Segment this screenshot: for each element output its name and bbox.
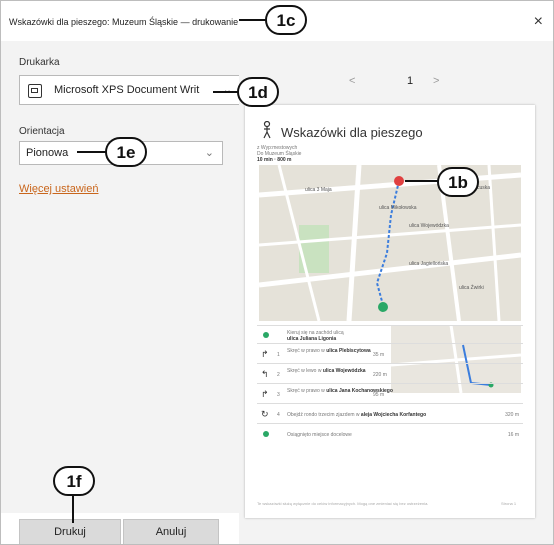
preview-page: Wskazówki dla pieszego z Wyp:mestowych D… <box>245 105 535 518</box>
start-dot-icon <box>263 332 269 338</box>
callout-1f: 1f <box>53 466 95 496</box>
list-item: ↱ 1 Skręć w prawo w ulica Plebiscytowa 3… <box>257 343 523 364</box>
prev-page-icon[interactable]: < <box>349 75 355 87</box>
list-item: ↱ 3 Skręć w prawo w ulica Jana Kochanows… <box>257 383 523 404</box>
chevron-down-icon: ⌄ <box>222 84 232 96</box>
step-number: 2 <box>277 372 280 378</box>
callout-line <box>405 180 439 182</box>
step-text: Skręć w prawo w <box>287 348 325 354</box>
window-title: Wskazówki dla pieszego: Muzeum Śląskie —… <box>9 17 239 27</box>
route-map: ulica 3 Maja ulica Wojewódzka ulica Jagi… <box>259 165 521 321</box>
step-street: ulica Plebiscytowa <box>326 348 371 354</box>
roundabout-icon: ↻ <box>261 409 269 419</box>
step-number: 1 <box>277 352 280 358</box>
step-distance: 320 m <box>505 412 519 418</box>
step-text: Skręć w prawo w <box>287 388 325 394</box>
street-label: ulica Żwirki <box>459 285 484 291</box>
chevron-down-icon: ⌄ <box>204 147 214 159</box>
next-page-icon[interactable]: > <box>433 75 439 87</box>
callout-1b: 1b <box>437 167 479 197</box>
meta-line: 10 min · 800 m <box>257 157 292 163</box>
printer-select[interactable]: Microsoft XPS Document Writ ⌄ <box>19 75 241 105</box>
preview-meta: z Wyp:mestowych Do Muzeum Śląskie 10 min… <box>257 145 301 163</box>
list-item: Osiągnięto miejsce docelowe 16 m <box>257 423 523 444</box>
callout-1d: 1d <box>237 77 279 107</box>
footer-note: Te wskazówki służą wyłącznie do celów in… <box>257 501 429 506</box>
step-street: ulica Juliana Ligonia <box>287 336 337 342</box>
destination-dot-icon <box>263 431 269 437</box>
step-text: Skręć w lewo w <box>287 368 322 374</box>
turn-right-icon: ↱ <box>261 349 269 359</box>
step-distance: 35 m <box>373 352 385 358</box>
printer-icon <box>28 84 42 98</box>
more-settings-link[interactable]: Więcej ustawień <box>19 183 98 195</box>
page-number: 1 <box>407 75 414 87</box>
settings-panel <box>1 41 239 544</box>
street-label: ulica Wojewódzka <box>409 223 449 229</box>
walking-icon <box>259 120 275 139</box>
step-text: Osiągnięto miejsce docelowe <box>287 432 352 438</box>
turn-left-icon: ↰ <box>261 369 269 379</box>
callout-line <box>213 91 239 93</box>
preview-footer: Te wskazówki służą wyłącznie do celów in… <box>257 501 516 506</box>
callout-1e: 1e <box>105 137 147 167</box>
step-distance: 220 m <box>373 372 387 378</box>
street-label: ulica 3 Maja <box>305 187 332 193</box>
orientation-value: Pionowa <box>26 147 69 159</box>
printer-value: Microsoft XPS Document Writ <box>54 84 200 96</box>
turn-right-icon: ↱ <box>261 389 269 399</box>
list-item: ↰ 2 Skręć w lewo w ulica Wojewódzka 220 … <box>257 363 523 384</box>
printer-label: Drukarka <box>19 57 60 68</box>
print-button[interactable]: Drukuj <box>19 519 121 544</box>
step-distance: 16 m <box>507 432 519 438</box>
step-street: aleja Wojciecha Korfantego <box>360 412 427 418</box>
step-street: ulica Wojewódzka <box>322 368 366 374</box>
list-item: Kieruj się na zachód ulicą ulica Juliana … <box>257 325 523 344</box>
step-distance: 95 m <box>373 392 385 398</box>
street-label: ulica Jagiellońska <box>409 261 449 267</box>
callout-line <box>239 19 267 21</box>
callout-line <box>72 495 74 523</box>
orientation-label: Orientacja <box>19 126 65 137</box>
preview-title: Wskazówki dla pieszego <box>281 125 423 140</box>
print-dialog: Wskazówki dla pieszego: Muzeum Śląskie —… <box>0 0 554 545</box>
close-icon[interactable]: × <box>534 13 543 31</box>
step-text: Obejdź rondo trzecim zjazdem w <box>287 412 360 418</box>
list-item: ↻ 4 Obejdź rondo trzecim zjazdem w aleja… <box>257 403 523 424</box>
step-number: 3 <box>277 392 280 398</box>
callout-line <box>77 151 107 153</box>
street-label: ulica Mikołowska <box>379 205 417 211</box>
cancel-button[interactable]: Anuluj <box>123 519 219 544</box>
footer-page: Strona 1 <box>501 501 517 506</box>
step-number: 4 <box>277 412 280 418</box>
callout-1c: 1c <box>265 5 307 35</box>
